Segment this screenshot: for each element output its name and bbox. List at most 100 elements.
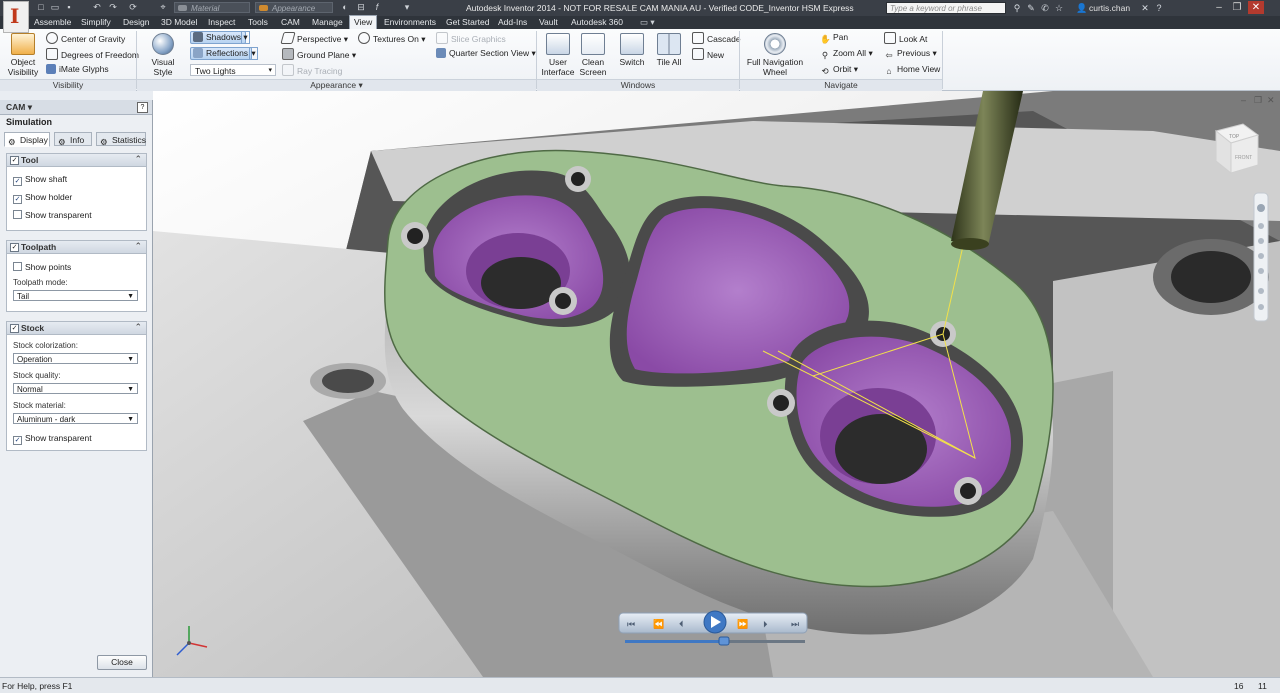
graphics-viewport[interactable]: TOP FRONT – ❐ ✕ ⏮ ⏪ ⏴ ⏩ ⏵ ⏭ [153, 91, 1280, 677]
tab-manage[interactable]: Manage [308, 16, 347, 29]
orbit-button[interactable]: ⟲ Orbit ▾ [820, 64, 858, 76]
stock-quality-select[interactable]: Normal ▼ [13, 383, 138, 394]
tab-simplify[interactable]: Simplify [77, 16, 115, 29]
fast-forward-icon[interactable]: ⏩ [737, 618, 748, 630]
show-tool-transparent-checkbox[interactable]: Show transparent [13, 210, 92, 220]
tab-add-ins[interactable]: Add-Ins [494, 16, 531, 29]
user-name[interactable]: curtis.chan [1089, 3, 1130, 13]
tab-statistics[interactable]: ⚙ Statistics [96, 132, 146, 147]
textures-on-button[interactable]: Textures On ▾ [358, 32, 425, 45]
go-to-start-icon[interactable]: ⏮ [627, 620, 635, 630]
close-button[interactable]: Close [97, 655, 147, 670]
help-search-input[interactable]: Type a keyword or phrase [886, 2, 1006, 14]
collapse-icon[interactable]: ⌃ [134, 322, 142, 333]
tab-3d-model[interactable]: 3D Model [157, 16, 201, 29]
slice-graphics-button[interactable]: Slice Graphics [436, 32, 506, 45]
tab-display[interactable]: ⚙ Display [4, 132, 50, 147]
perspective-button[interactable]: Perspective ▾ [280, 32, 348, 45]
color-icon[interactable]: ◐ [340, 3, 350, 12]
fx-icon[interactable]: f [372, 3, 382, 12]
pan-button[interactable]: ✋ Pan [820, 32, 848, 44]
save-icon[interactable]: ▪ [64, 3, 74, 12]
show-holder-checkbox[interactable]: ✓ Show holder [13, 192, 72, 204]
close-window-button[interactable]: ✕ [1248, 1, 1264, 14]
step-forward-icon[interactable]: ⏵ [763, 620, 768, 630]
exchange-icon[interactable]: ✕ [1140, 3, 1150, 13]
measure-icon[interactable]: ⊟ [356, 3, 366, 12]
tile-all-button[interactable]: Tile All [653, 33, 685, 67]
ground-plane-button[interactable]: Ground Plane ▾ [282, 48, 356, 61]
new-window-button[interactable]: New [692, 48, 724, 61]
select-icon[interactable]: ⌖ [158, 3, 168, 12]
home-view-button[interactable]: ⌂ Home View [884, 64, 940, 76]
reflections-button[interactable]: Reflections [190, 47, 252, 60]
tab-info[interactable]: ⚙ Info [54, 132, 92, 147]
star-icon[interactable]: ☆ [1054, 3, 1064, 13]
appearance-panel-label[interactable]: Appearance ▾ [137, 79, 536, 91]
tab-environments[interactable]: Environments [380, 16, 440, 29]
tab-cam[interactable]: CAM [277, 16, 304, 29]
reflections-dropdown-icon[interactable]: ▾ [249, 47, 258, 60]
tool-group-check-icon[interactable]: ✓ [10, 156, 19, 165]
show-shaft-checkbox[interactable]: ✓ Show shaft [13, 174, 67, 186]
full-navigation-wheel-button[interactable]: Full Navigation Wheel [745, 33, 805, 77]
appearance-combo[interactable]: Appearance [255, 2, 333, 13]
quarter-section-view-button[interactable]: Quarter Section View ▾ [436, 48, 536, 59]
collapse-icon[interactable]: ⌃ [134, 154, 142, 165]
step-back-icon[interactable]: ⏪ [653, 618, 664, 630]
viewcube[interactable]: TOP FRONT [1214, 123, 1260, 175]
customize-icon[interactable]: ▾ [402, 3, 412, 12]
update-icon[interactable]: ⟳ [128, 3, 138, 12]
tab-vault[interactable]: Vault [535, 16, 562, 29]
communication-icon[interactable]: ✆ [1040, 3, 1050, 13]
stock-colorization-select[interactable]: Operation ▼ [13, 353, 138, 364]
material-combo[interactable]: Material [174, 2, 250, 13]
toolpath-mode-select[interactable]: Tail ▼ [13, 290, 138, 301]
imate-glyphs-button[interactable]: iMate Glyphs [46, 64, 109, 75]
collapse-icon[interactable]: ⌃ [134, 241, 142, 252]
tab-options-icon[interactable]: ▭ ▾ [636, 16, 659, 29]
visual-style-button[interactable]: Visual Style [142, 33, 184, 77]
tab-autodesk-360[interactable]: Autodesk 360 [567, 16, 627, 29]
tab-assemble[interactable]: Assemble [30, 16, 75, 29]
new-icon[interactable]: □ [36, 3, 46, 12]
zoom-all-button[interactable]: ⚲ Zoom All ▾ [820, 48, 873, 60]
shadows-dropdown-icon[interactable]: ▾ [241, 31, 250, 44]
tab-get-started[interactable]: Get Started [442, 16, 493, 29]
rewind-icon[interactable]: ⏴ [679, 620, 684, 630]
simulation-scene[interactable]: TOP FRONT – ❐ ✕ ⏮ ⏪ ⏴ ⏩ ⏵ ⏭ [153, 91, 1280, 677]
help-icon[interactable]: ? [1154, 3, 1164, 13]
playback-scrubber[interactable] [718, 636, 730, 646]
subscription-icon[interactable]: ✎ [1026, 3, 1036, 13]
switch-window-button[interactable]: Switch [616, 33, 648, 67]
shadows-button[interactable]: Shadows [190, 31, 246, 44]
user-interface-button[interactable]: User Interface [541, 33, 575, 77]
tab-design[interactable]: Design [119, 16, 153, 29]
tab-tools[interactable]: Tools [244, 16, 272, 29]
show-points-checkbox[interactable]: Show points [13, 262, 71, 272]
undo-icon[interactable]: ↶ [92, 3, 102, 12]
degrees-of-freedom-button[interactable]: Degrees of Freedom [46, 48, 139, 61]
cascade-button[interactable]: Cascade [692, 32, 741, 45]
panel-options-icon[interactable]: ? [137, 102, 148, 113]
previous-view-button[interactable]: ⇦ Previous ▾ [884, 48, 936, 60]
stock-material-select[interactable]: Aluminum - dark ▼ [13, 413, 138, 424]
app-logo[interactable]: I [3, 1, 29, 33]
stock-group-check-icon[interactable]: ✓ [10, 324, 19, 333]
restore-button[interactable]: ❐ [1229, 1, 1245, 14]
show-stock-transparent-checkbox[interactable]: ✓ Show transparent [13, 433, 92, 445]
tab-inspect[interactable]: Inspect [204, 16, 239, 29]
object-visibility-button[interactable]: Object Visibility [6, 33, 40, 77]
minimize-button[interactable]: – [1211, 1, 1227, 14]
tab-view[interactable]: View [349, 15, 378, 30]
go-to-end-icon[interactable]: ⏭ [791, 620, 799, 630]
clean-screen-button[interactable]: Clean Screen [577, 33, 609, 77]
user-icon[interactable]: 👤 [1076, 3, 1087, 13]
toolpath-group-check-icon[interactable]: ✓ [10, 243, 19, 252]
navigation-bar[interactable] [1253, 192, 1269, 322]
toolpath-group-header[interactable]: ✓ Toolpath ⌃ [7, 241, 146, 254]
redo-icon[interactable]: ↷ [108, 3, 118, 12]
ray-tracing-button[interactable]: Ray Tracing [282, 64, 342, 77]
look-at-button[interactable]: Look At [884, 32, 927, 45]
open-icon[interactable]: ▭ [50, 3, 60, 12]
